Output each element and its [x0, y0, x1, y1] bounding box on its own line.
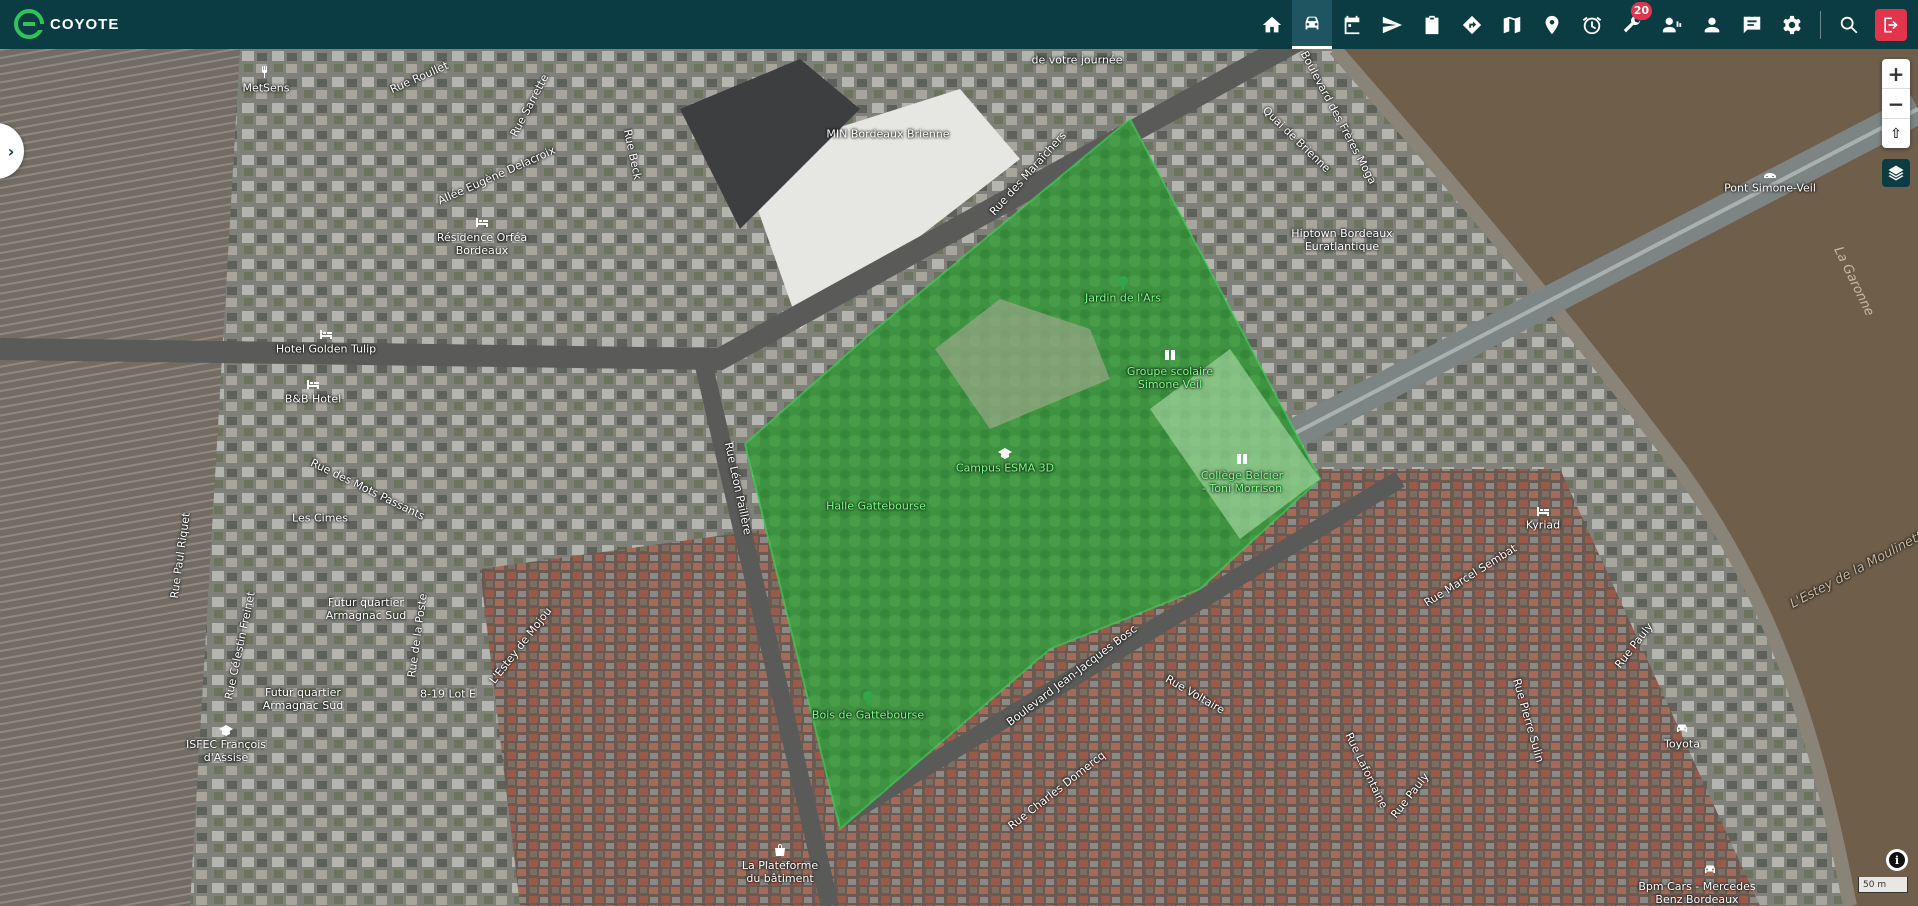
- place-label[interactable]: Groupe scolaire Simone Veil: [1127, 365, 1213, 391]
- send-icon: [1382, 16, 1403, 33]
- education-icon[interactable]: [998, 445, 1012, 459]
- zoom-out-button[interactable]: −: [1882, 89, 1910, 119]
- coyote-logo-icon: [14, 9, 44, 39]
- logout-button[interactable]: [1875, 8, 1907, 41]
- hotel-icon[interactable]: [319, 326, 333, 340]
- park-tree-icon[interactable]: [1116, 275, 1130, 290]
- settings-icon: [1783, 15, 1801, 34]
- zoom-control: + − ⇧: [1882, 59, 1910, 148]
- person-icon: [1704, 17, 1720, 32]
- place-label[interactable]: Collège Belcier - Toni Morrison: [1201, 469, 1283, 495]
- hotel-icon[interactable]: [1536, 503, 1550, 517]
- top-navigation-bar: COYOTE 20: [0, 0, 1918, 49]
- car-dealer-icon[interactable]: [1703, 861, 1717, 875]
- nav-messages-button[interactable]: [1732, 0, 1772, 49]
- main-navigation: 20: [1252, 0, 1907, 49]
- search-icon: [1840, 16, 1858, 33]
- alarm-icon: [1582, 16, 1602, 34]
- place-label[interactable]: Futur quartier Armagnac Sud: [263, 686, 344, 712]
- chat-icon: [1743, 16, 1761, 33]
- clipboard-icon: [1425, 15, 1439, 34]
- school-icon[interactable]: [1235, 451, 1249, 465]
- place-label[interactable]: La Plateforme du bâtiment: [742, 859, 818, 885]
- place-label[interactable]: Futur quartier Armagnac Sud: [326, 596, 407, 622]
- calendar-icon: [1344, 15, 1360, 34]
- nav-vehicles-button[interactable]: [1292, 0, 1332, 49]
- school-icon[interactable]: [219, 722, 233, 736]
- place-label[interactable]: Hiptown Bordeaux Euratlantique: [1291, 227, 1392, 253]
- restaurant-icon[interactable]: [259, 64, 273, 78]
- place-label[interactable]: Toyota: [1664, 738, 1700, 751]
- place-label[interactable]: Jardin de l'Ars: [1085, 292, 1161, 305]
- nav-home-button[interactable]: [1252, 0, 1292, 49]
- coyote-logo[interactable]: COYOTE: [14, 8, 119, 40]
- place-label[interactable]: de votre journée: [1032, 54, 1123, 67]
- directions-icon: [1462, 15, 1482, 34]
- nav-send-button[interactable]: [1372, 0, 1412, 49]
- nav-map-button[interactable]: [1492, 0, 1532, 49]
- park-tree-icon[interactable]: [861, 690, 875, 705]
- home-icon: [1262, 16, 1282, 32]
- school-icon[interactable]: [1163, 347, 1177, 361]
- map-icon: [1503, 16, 1521, 33]
- map-imagery: [0, 49, 1918, 906]
- nav-settings-button[interactable]: [1772, 0, 1812, 49]
- nav-reports-button[interactable]: [1412, 0, 1452, 49]
- place-label[interactable]: Kyriad: [1526, 519, 1560, 532]
- nav-search-button[interactable]: [1829, 0, 1869, 49]
- place-label[interactable]: Hotel Golden Tulip: [276, 343, 376, 356]
- nav-calendar-button[interactable]: [1332, 0, 1372, 49]
- place-label[interactable]: ISFEC François d'Assise: [186, 738, 266, 764]
- hotel-icon[interactable]: [306, 376, 320, 390]
- place-label[interactable]: Les Cimes: [292, 512, 348, 525]
- map-layers-button[interactable]: [1882, 159, 1910, 187]
- place-label[interactable]: Bois de Gattebourse: [812, 709, 924, 722]
- users-icon: [1662, 17, 1682, 32]
- satellite-map[interactable]: MetSens de votre journée MIN Bordeaux Br…: [0, 49, 1918, 906]
- place-label[interactable]: Pont Simone-Veil: [1724, 182, 1816, 195]
- reset-bearing-button[interactable]: ⇧: [1882, 119, 1910, 148]
- nav-maintenance-button[interactable]: 20: [1612, 0, 1652, 49]
- place-label[interactable]: B&B Hotel: [285, 393, 341, 406]
- notification-badge: 20: [1630, 2, 1652, 20]
- brand-name: COYOTE: [50, 15, 120, 33]
- nav-account-button[interactable]: [1692, 0, 1732, 49]
- shop-icon[interactable]: [773, 842, 787, 856]
- nav-directions-button[interactable]: [1452, 0, 1492, 49]
- nav-places-button[interactable]: [1532, 0, 1572, 49]
- bridge-icon[interactable]: [1763, 166, 1777, 180]
- zoom-in-button[interactable]: +: [1882, 59, 1910, 89]
- place-label[interactable]: Campus ESMA 3D: [956, 462, 1054, 475]
- nav-alarms-button[interactable]: [1572, 0, 1612, 49]
- car-icon: [1305, 16, 1319, 30]
- car-dealer-icon[interactable]: [1675, 720, 1689, 734]
- location-pin-icon: [1545, 15, 1559, 34]
- nav-separator: [1820, 10, 1821, 39]
- info-icon: i: [1889, 852, 1905, 868]
- map-scale: 50 m: [1858, 877, 1908, 893]
- place-label[interactable]: Bpm Cars - Mercedes Benz Bordeaux: [1638, 880, 1755, 906]
- nav-drivers-button[interactable]: [1652, 0, 1692, 49]
- layers-icon: [1888, 165, 1904, 181]
- logout-icon: [1884, 17, 1898, 32]
- hotel-icon[interactable]: [475, 214, 489, 228]
- place-label[interactable]: MIN Bordeaux Brienne: [826, 128, 949, 141]
- place-label[interactable]: MetSens: [242, 82, 289, 95]
- place-label[interactable]: 8-19 Lot E: [420, 688, 476, 701]
- chevron-right-icon: ›: [7, 141, 15, 161]
- attribution-info-button[interactable]: i: [1886, 849, 1908, 871]
- place-label[interactable]: Résidence Orféa Bordeaux: [437, 231, 527, 257]
- place-label[interactable]: Halle Gattebourse: [826, 500, 926, 513]
